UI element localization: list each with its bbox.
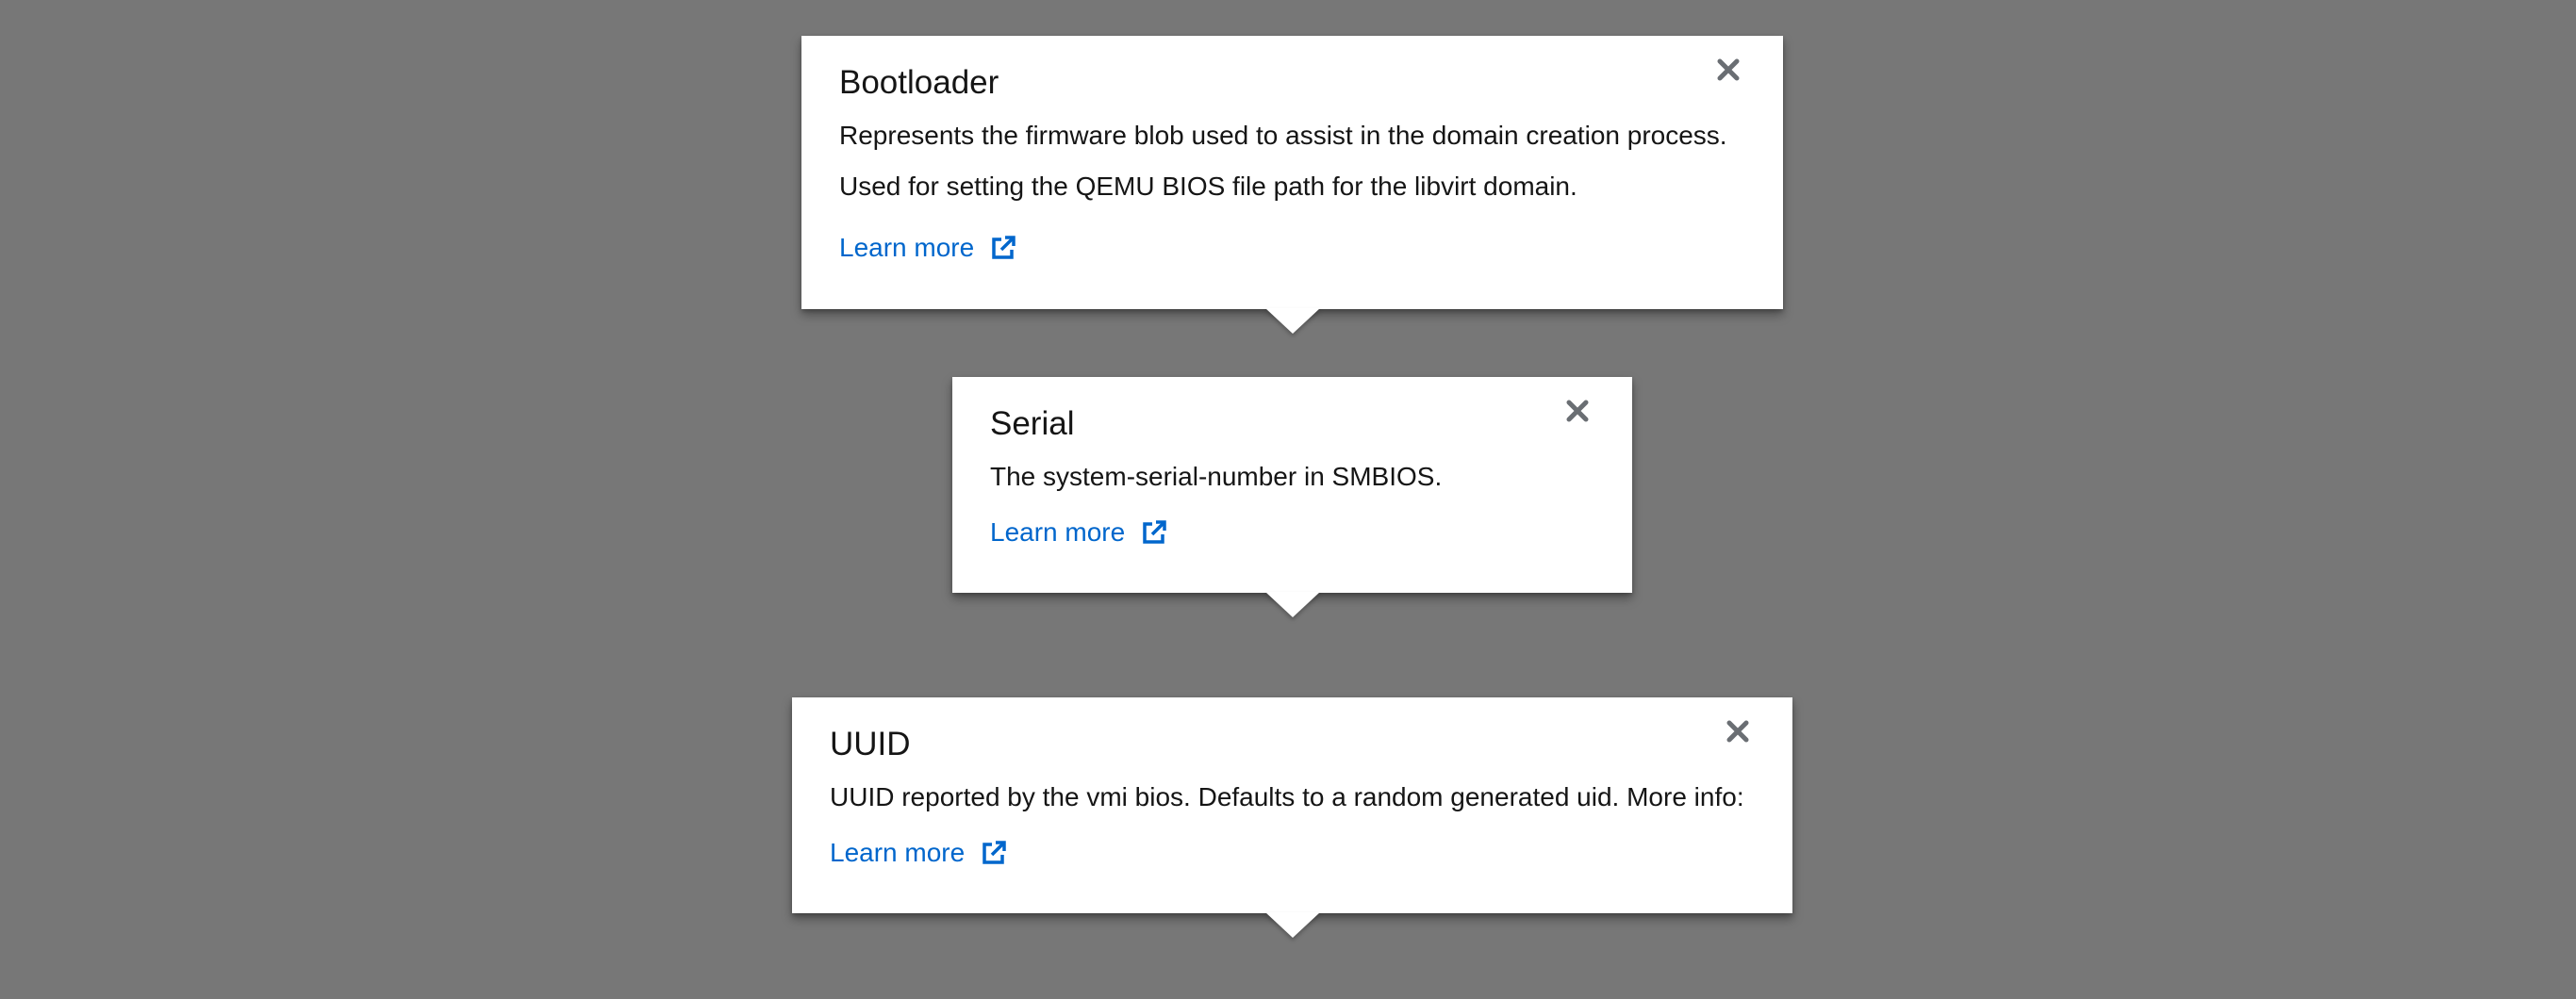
popover-arrow — [1264, 308, 1320, 334]
uuid-popover: UUID UUID reported by the vmi bios. Defa… — [792, 697, 1792, 938]
learn-more-label: Learn more — [990, 517, 1126, 547]
learn-more-label: Learn more — [830, 838, 966, 867]
close-icon — [1565, 399, 1590, 423]
popover-description: UUID reported by the vmi bios. Defaults … — [830, 782, 1744, 811]
learn-more-label: Learn more — [839, 233, 975, 262]
serial-popover: Serial The system-serial-number in SMBIO… — [952, 377, 1632, 617]
popover-description: Represents the firmware blob used to ass… — [839, 121, 1727, 150]
learn-more-link[interactable]: Learn more — [839, 234, 1017, 262]
popover-title: UUID — [830, 726, 911, 762]
close-icon — [1716, 57, 1741, 82]
external-link-icon — [989, 234, 1017, 262]
external-link-icon — [1140, 518, 1168, 547]
popover-title: Bootloader — [839, 64, 999, 101]
close-button[interactable] — [1719, 712, 1757, 750]
popover-description: The system-serial-number in SMBIOS. — [990, 462, 1443, 491]
learn-more-link[interactable]: Learn more — [830, 839, 1008, 867]
close-button[interactable] — [1559, 392, 1596, 430]
popover-arrow — [1264, 592, 1320, 617]
learn-more-link[interactable]: Learn more — [990, 518, 1168, 547]
popover-title: Serial — [990, 405, 1075, 442]
popover-arrow — [1264, 912, 1320, 938]
bootloader-popover: Bootloader Represents the firmware blob … — [801, 36, 1783, 334]
close-icon — [1726, 719, 1750, 744]
external-link-icon — [980, 839, 1008, 867]
popover-description: Used for setting the QEMU BIOS file path… — [839, 172, 1577, 201]
close-button[interactable] — [1709, 51, 1747, 89]
